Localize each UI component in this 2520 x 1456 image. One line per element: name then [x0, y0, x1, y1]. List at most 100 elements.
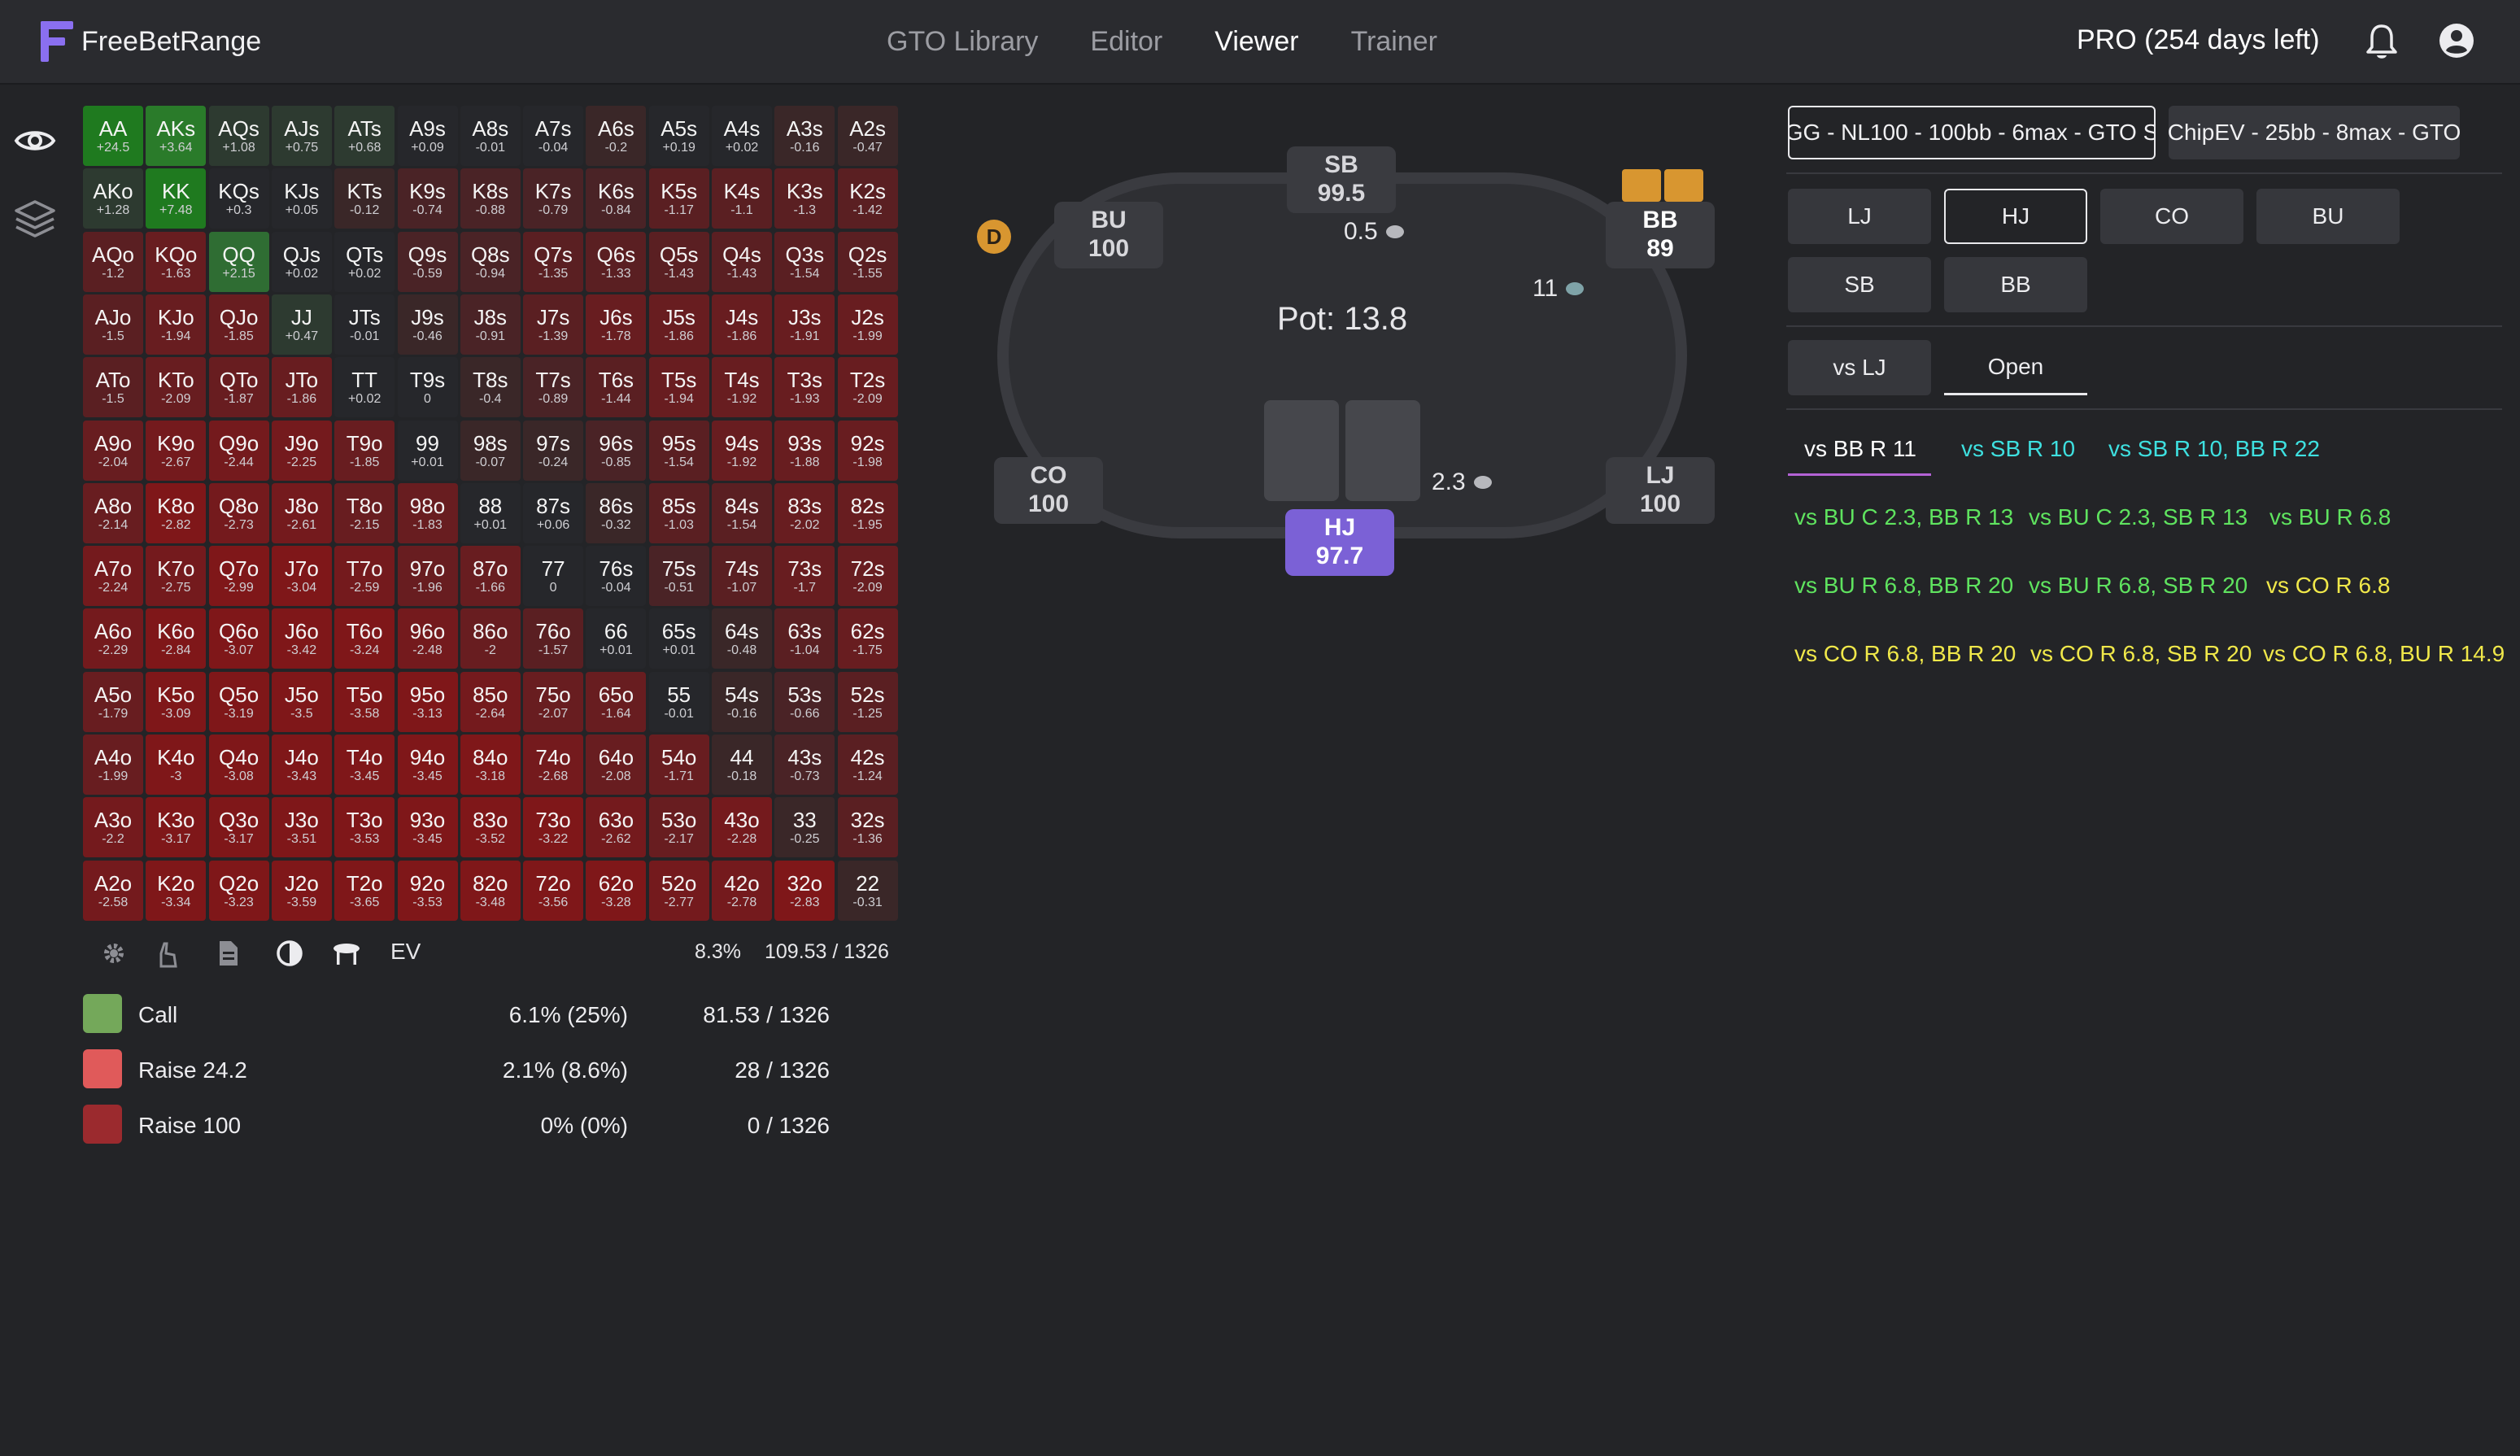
- hand-cell[interactable]: 43s -0.73: [774, 735, 835, 795]
- hand-cell[interactable]: 75s -0.51: [648, 546, 709, 607]
- position-bu[interactable]: BU: [2256, 189, 2400, 244]
- hand-cell[interactable]: K6o -2.84: [146, 608, 207, 669]
- hand-cell[interactable]: J9s -0.46: [397, 294, 458, 355]
- position-lj[interactable]: LJ: [1788, 189, 1931, 244]
- nav-viewer[interactable]: Viewer: [1214, 26, 1298, 58]
- hand-cell[interactable]: QTs +0.02: [334, 231, 395, 292]
- hand-cell[interactable]: T3s -1.93: [774, 357, 835, 418]
- line-vs-sb-r-10-bb-r-22[interactable]: vs SB R 10, BB R 22: [2108, 436, 2320, 462]
- hand-cell[interactable]: Q6s -1.33: [586, 231, 647, 292]
- hand-cell[interactable]: 86s -0.32: [586, 482, 647, 543]
- hand-cell[interactable]: T5o -3.58: [334, 671, 395, 732]
- hand-cell[interactable]: 62s -1.75: [837, 608, 898, 669]
- hand-cell[interactable]: 94o -3.45: [397, 735, 458, 795]
- hand-cell[interactable]: QJs +0.02: [271, 231, 332, 292]
- hand-cell[interactable]: 82s -1.95: [837, 482, 898, 543]
- hand-cell[interactable]: J8s -0.91: [460, 294, 521, 355]
- hand-cell[interactable]: 93o -3.45: [397, 797, 458, 858]
- hand-cell[interactable]: A2o -2.58: [83, 860, 143, 921]
- hand-cell[interactable]: T9s 0: [397, 357, 458, 418]
- hand-cell[interactable]: 72o -3.56: [523, 860, 584, 921]
- hand-cell[interactable]: T7s -0.89: [523, 357, 584, 418]
- hand-cell[interactable]: Q9o -2.44: [208, 420, 269, 481]
- hand-cell[interactable]: 72s -2.09: [837, 546, 898, 607]
- line-vs-bu-r-6-8[interactable]: vs BU R 6.8: [2269, 504, 2391, 530]
- account-icon[interactable]: [2437, 21, 2476, 60]
- hand-cell[interactable]: J4s -1.86: [712, 294, 772, 355]
- hand-cell[interactable]: Q7o -2.99: [208, 546, 269, 607]
- hand-cell[interactable]: ATs +0.68: [334, 106, 395, 166]
- hand-cell[interactable]: 42s -1.24: [837, 735, 898, 795]
- hand-cell[interactable]: 92o -3.53: [397, 860, 458, 921]
- hand-cell[interactable]: 54o -1.71: [648, 735, 709, 795]
- layers-icon[interactable]: [13, 197, 57, 241]
- hand-cell[interactable]: 98o -1.83: [397, 482, 458, 543]
- hand-cell[interactable]: A4s +0.02: [712, 106, 772, 166]
- hand-cell[interactable]: 88 +0.01: [460, 482, 521, 543]
- hand-cell[interactable]: Q6o -3.07: [208, 608, 269, 669]
- hand-cell[interactable]: K9s -0.74: [397, 168, 458, 229]
- line-vs-co-r-6-8[interactable]: vs CO R 6.8: [2266, 573, 2390, 599]
- solution-tab-chipev[interactable]: ChipEV - 25bb - 8max - GTO: [2169, 106, 2460, 159]
- hand-cell[interactable]: Q2o -3.23: [208, 860, 269, 921]
- document-icon[interactable]: [213, 939, 242, 968]
- hand-cell[interactable]: 64o -2.08: [586, 735, 647, 795]
- logo[interactable]: FreeBetRange: [39, 18, 261, 65]
- hand-cell[interactable]: 63s -1.04: [774, 608, 835, 669]
- seat-bb[interactable]: BB 89: [1606, 202, 1715, 268]
- hand-cell[interactable]: AQs +1.08: [208, 106, 269, 166]
- hand-cell[interactable]: 42o -2.78: [712, 860, 772, 921]
- hand-cell[interactable]: T6s -1.44: [586, 357, 647, 418]
- hand-cell[interactable]: A2s -0.47: [837, 106, 898, 166]
- hand-cell[interactable]: AA +24.5: [83, 106, 143, 166]
- hand-cell[interactable]: ATo -1.5: [83, 357, 143, 418]
- hand-cell[interactable]: KJs +0.05: [271, 168, 332, 229]
- hand-cell[interactable]: 62o -3.28: [586, 860, 647, 921]
- hand-cell[interactable]: K4o -3: [146, 735, 207, 795]
- hand-cell[interactable]: K9o -2.67: [146, 420, 207, 481]
- hand-cell[interactable]: K5s -1.17: [648, 168, 709, 229]
- hand-cell[interactable]: K7o -2.75: [146, 546, 207, 607]
- line-vs-bb-r-11[interactable]: vs BB R 11: [1804, 436, 1916, 462]
- hand-cell[interactable]: T2o -3.65: [334, 860, 395, 921]
- hand-cell[interactable]: 43o -2.28: [712, 797, 772, 858]
- hand-cell[interactable]: A9s +0.09: [397, 106, 458, 166]
- hand-cell[interactable]: J4o -3.43: [271, 735, 332, 795]
- hand-cell[interactable]: K5o -3.09: [146, 671, 207, 732]
- position-bb[interactable]: BB: [1944, 257, 2087, 312]
- hand-cell[interactable]: 87o -1.66: [460, 546, 521, 607]
- seat-lj[interactable]: LJ 100: [1606, 457, 1715, 524]
- plan-status[interactable]: PRO (254 days left): [2077, 24, 2320, 56]
- nav-editor[interactable]: Editor: [1090, 26, 1162, 58]
- hand-cell[interactable]: K3o -3.17: [146, 797, 207, 858]
- hand-cell[interactable]: JTs -0.01: [334, 294, 395, 355]
- hand-cell[interactable]: A7s -0.04: [523, 106, 584, 166]
- hand-cell[interactable]: K7s -0.79: [523, 168, 584, 229]
- solution-tab-gg-nl100[interactable]: GG - NL100 - 100bb - 6max - GTO S: [1788, 106, 2156, 159]
- hand-cell[interactable]: T9o -1.85: [334, 420, 395, 481]
- hand-cell[interactable]: 95o -3.13: [397, 671, 458, 732]
- hand-cell[interactable]: A8o -2.14: [83, 482, 143, 543]
- table-icon[interactable]: [332, 939, 361, 968]
- hand-cell[interactable]: J2o -3.59: [271, 860, 332, 921]
- contrast-icon[interactable]: [275, 939, 304, 968]
- hand-cell[interactable]: J2s -1.99: [837, 294, 898, 355]
- hand-cell[interactable]: 32s -1.36: [837, 797, 898, 858]
- hand-cell[interactable]: T4s -1.92: [712, 357, 772, 418]
- seat-hj-hero[interactable]: HJ 97.7: [1285, 509, 1394, 576]
- gear-icon[interactable]: [99, 939, 129, 968]
- hand-cell[interactable]: JTo -1.86: [271, 357, 332, 418]
- hand-cell[interactable]: A5o -1.79: [83, 671, 143, 732]
- hand-cell[interactable]: J5s -1.86: [648, 294, 709, 355]
- hand-cell[interactable]: J7o -3.04: [271, 546, 332, 607]
- hand-cell[interactable]: A5s +0.19: [648, 106, 709, 166]
- hand-cell[interactable]: 97o -1.96: [397, 546, 458, 607]
- hand-cell[interactable]: T3o -3.53: [334, 797, 395, 858]
- hand-cell[interactable]: A9o -2.04: [83, 420, 143, 481]
- hand-cell[interactable]: AKs +3.64: [146, 106, 207, 166]
- line-vs-bu-c-2-3-bb-r-13[interactable]: vs BU C 2.3, BB R 13: [1794, 504, 2013, 530]
- hand-cell[interactable]: 33 -0.25: [774, 797, 835, 858]
- legend-row-call[interactable]: Call 6.1% (25%) 81.53 / 1326: [83, 994, 830, 1033]
- hand-cell[interactable]: J3s -1.91: [774, 294, 835, 355]
- hand-cell[interactable]: 73o -3.22: [523, 797, 584, 858]
